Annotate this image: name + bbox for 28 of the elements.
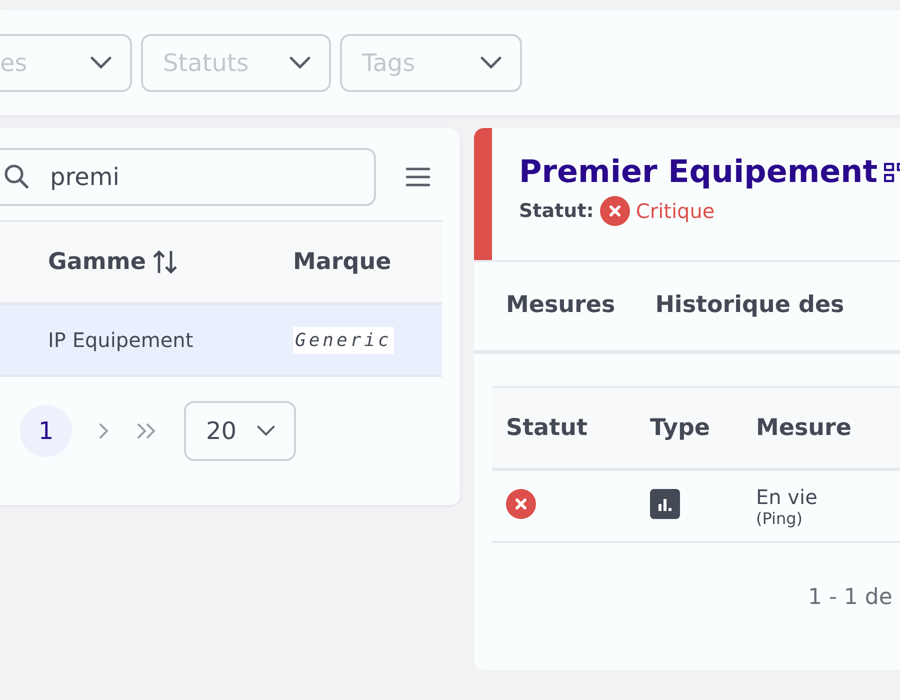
page-size-dropdown[interactable]: 20 — [184, 401, 296, 461]
search-field[interactable]: premi — [0, 148, 376, 206]
table-cell: Generic — [293, 326, 394, 354]
page-button[interactable]: 1 — [20, 405, 72, 457]
chevron-down-icon — [289, 56, 311, 70]
tab[interactable]: Mesures — [506, 282, 616, 330]
double-chevron-right-icon[interactable] — [136, 421, 158, 441]
column-header[interactable]: Marque — [293, 249, 392, 275]
column-header[interactable]: Gamme — [48, 249, 146, 275]
chevron-right-icon[interactable] — [98, 421, 110, 441]
pagination-summary: 1 - 1 de — [808, 585, 892, 610]
chevron-down-icon — [90, 56, 112, 70]
chevron-down-icon — [256, 425, 276, 437]
sort-icon[interactable] — [152, 249, 178, 275]
status-label: Statut: — [519, 200, 594, 222]
measure-name: En vie — [756, 484, 818, 508]
table-cell-text: IP Equipement — [48, 328, 194, 352]
column-header[interactable]: Type — [637, 415, 756, 441]
tab[interactable]: Historique des — [655, 282, 844, 330]
menu-icon[interactable] — [406, 167, 430, 187]
column-header[interactable]: Statut — [492, 415, 637, 441]
chevron-down-icon — [480, 56, 502, 70]
status-value: Critique — [636, 199, 715, 223]
column-header[interactable]: Mesure — [756, 415, 852, 441]
table-row[interactable]: IP Equipement Generic — [0, 305, 442, 377]
equipment-title: Premier Equipement — [519, 154, 878, 190]
measure-detail: (Ping) — [756, 508, 804, 528]
search-icon — [4, 164, 30, 190]
